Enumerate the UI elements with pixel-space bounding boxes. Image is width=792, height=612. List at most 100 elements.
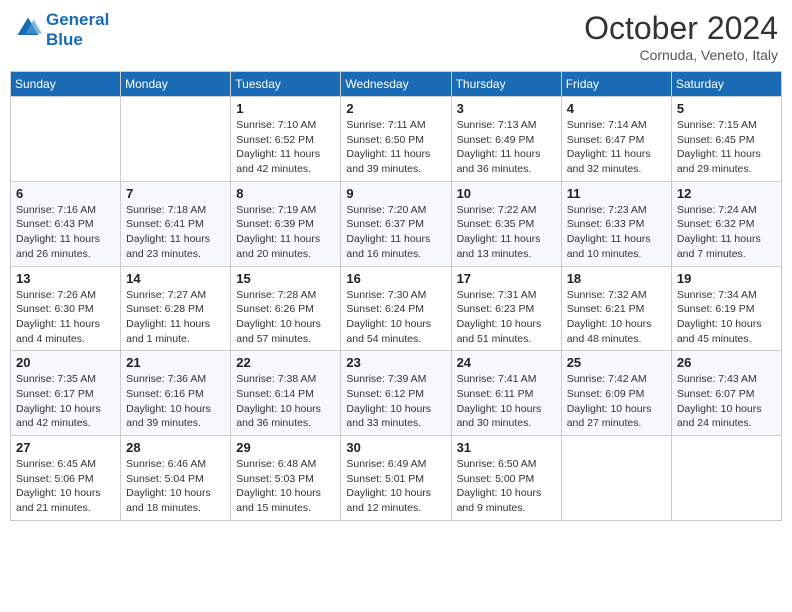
day-number: 19 [677, 271, 776, 286]
calendar-table: SundayMondayTuesdayWednesdayThursdayFrid… [10, 71, 782, 521]
weekday-header-thursday: Thursday [451, 72, 561, 97]
calendar-cell: 21Sunrise: 7:36 AM Sunset: 6:16 PM Dayli… [121, 351, 231, 436]
calendar-cell: 5 Sunrise: 7:15 AM Sunset: 6:45 PM Daylig… [671, 97, 781, 182]
calendar-cell: 6 Sunrise: 7:16 AM Sunset: 6:43 PM Daylig… [11, 181, 121, 266]
logo-text-line2: Blue [46, 30, 109, 50]
page-header: General Blue October 2024 Cornuda, Venet… [10, 10, 782, 63]
day-info: Sunrise: 6:50 AM Sunset: 5:00 PM Dayligh… [457, 457, 556, 516]
day-number: 30 [346, 440, 445, 455]
day-number: 15 [236, 271, 335, 286]
month-title: October 2024 [584, 10, 778, 47]
calendar-cell: 19 Sunrise: 7:34 AM Sunset: 6:19 PM Dayli… [671, 266, 781, 351]
day-info: Sunrise: 7:14 AM Sunset: 6:47 PM Dayligh… [567, 118, 666, 177]
day-number: 4 [567, 101, 666, 116]
calendar-week-3: 13 Sunrise: 7:26 AM Sunset: 6:30 PM Dayli… [11, 266, 782, 351]
day-info: Sunrise: 7:39 AM Sunset: 6:12 PM Dayligh… [346, 372, 445, 431]
day-info: Sunrise: 7:19 AM Sunset: 6:39 PM Dayligh… [236, 203, 335, 262]
day-info: Sunrise: 7:18 AM Sunset: 6:41 PM Dayligh… [126, 203, 225, 262]
calendar-cell: 24 Sunrise: 7:41 AM Sunset: 6:11 PM Dayli… [451, 351, 561, 436]
calendar-cell: 2Sunrise: 7:11 AM Sunset: 6:50 PM Daylig… [341, 97, 451, 182]
calendar-cell: 16 Sunrise: 7:30 AM Sunset: 6:24 PM Dayli… [341, 266, 451, 351]
day-number: 22 [236, 355, 335, 370]
day-number: 23 [346, 355, 445, 370]
day-info: Sunrise: 7:10 AM Sunset: 6:52 PM Dayligh… [236, 118, 335, 177]
calendar-cell [671, 436, 781, 521]
weekday-header-friday: Friday [561, 72, 671, 97]
day-info: Sunrise: 7:38 AM Sunset: 6:14 PM Dayligh… [236, 372, 335, 431]
day-number: 7 [126, 186, 225, 201]
day-info: Sunrise: 6:49 AM Sunset: 5:01 PM Dayligh… [346, 457, 445, 516]
calendar-week-1: 1 Sunrise: 7:10 AM Sunset: 6:52 PM Daylig… [11, 97, 782, 182]
calendar-cell: 17 Sunrise: 7:31 AM Sunset: 6:23 PM Dayli… [451, 266, 561, 351]
day-number: 16 [346, 271, 445, 286]
day-number: 31 [457, 440, 556, 455]
day-number: 9 [346, 186, 445, 201]
day-number: 24 [457, 355, 556, 370]
day-info: Sunrise: 7:22 AM Sunset: 6:35 PM Dayligh… [457, 203, 556, 262]
calendar-cell: 4 Sunrise: 7:14 AM Sunset: 6:47 PM Daylig… [561, 97, 671, 182]
day-number: 1 [236, 101, 335, 116]
calendar-cell: 27Sunrise: 6:45 AM Sunset: 5:06 PM Dayli… [11, 436, 121, 521]
day-info: Sunrise: 7:16 AM Sunset: 6:43 PM Dayligh… [16, 203, 115, 262]
title-block: October 2024 Cornuda, Veneto, Italy [584, 10, 778, 63]
day-number: 25 [567, 355, 666, 370]
calendar-cell: 20Sunrise: 7:35 AM Sunset: 6:17 PM Dayli… [11, 351, 121, 436]
calendar-header-row: SundayMondayTuesdayWednesdayThursdayFrid… [11, 72, 782, 97]
day-info: Sunrise: 7:41 AM Sunset: 6:11 PM Dayligh… [457, 372, 556, 431]
weekday-header-tuesday: Tuesday [231, 72, 341, 97]
weekday-header-wednesday: Wednesday [341, 72, 451, 97]
calendar-cell: 10 Sunrise: 7:22 AM Sunset: 6:35 PM Dayli… [451, 181, 561, 266]
calendar-week-4: 20Sunrise: 7:35 AM Sunset: 6:17 PM Dayli… [11, 351, 782, 436]
calendar-cell: 29Sunrise: 6:48 AM Sunset: 5:03 PM Dayli… [231, 436, 341, 521]
day-info: Sunrise: 7:27 AM Sunset: 6:28 PM Dayligh… [126, 288, 225, 347]
calendar-cell [121, 97, 231, 182]
calendar-cell: 14Sunrise: 7:27 AM Sunset: 6:28 PM Dayli… [121, 266, 231, 351]
calendar-cell [561, 436, 671, 521]
day-number: 3 [457, 101, 556, 116]
calendar-cell: 7 Sunrise: 7:18 AM Sunset: 6:41 PM Daylig… [121, 181, 231, 266]
calendar-cell: 30 Sunrise: 6:49 AM Sunset: 5:01 PM Dayli… [341, 436, 451, 521]
weekday-header-sunday: Sunday [11, 72, 121, 97]
calendar-cell: 25Sunrise: 7:42 AM Sunset: 6:09 PM Dayli… [561, 351, 671, 436]
day-info: Sunrise: 7:23 AM Sunset: 6:33 PM Dayligh… [567, 203, 666, 262]
calendar-cell: 3Sunrise: 7:13 AM Sunset: 6:49 PM Daylig… [451, 97, 561, 182]
day-info: Sunrise: 7:20 AM Sunset: 6:37 PM Dayligh… [346, 203, 445, 262]
calendar-cell: 18 Sunrise: 7:32 AM Sunset: 6:21 PM Dayli… [561, 266, 671, 351]
logo: General Blue [14, 10, 109, 49]
day-number: 18 [567, 271, 666, 286]
day-number: 5 [677, 101, 776, 116]
calendar-cell: 22 Sunrise: 7:38 AM Sunset: 6:14 PM Dayli… [231, 351, 341, 436]
calendar-cell: 13 Sunrise: 7:26 AM Sunset: 6:30 PM Dayli… [11, 266, 121, 351]
calendar-cell: 8 Sunrise: 7:19 AM Sunset: 6:39 PM Daylig… [231, 181, 341, 266]
calendar-cell: 26 Sunrise: 7:43 AM Sunset: 6:07 PM Dayli… [671, 351, 781, 436]
calendar-cell: 11 Sunrise: 7:23 AM Sunset: 6:33 PM Dayli… [561, 181, 671, 266]
day-number: 6 [16, 186, 115, 201]
day-info: Sunrise: 7:31 AM Sunset: 6:23 PM Dayligh… [457, 288, 556, 347]
day-info: Sunrise: 6:48 AM Sunset: 5:03 PM Dayligh… [236, 457, 335, 516]
day-number: 10 [457, 186, 556, 201]
day-info: Sunrise: 7:30 AM Sunset: 6:24 PM Dayligh… [346, 288, 445, 347]
day-info: Sunrise: 7:35 AM Sunset: 6:17 PM Dayligh… [16, 372, 115, 431]
day-info: Sunrise: 7:15 AM Sunset: 6:45 PM Dayligh… [677, 118, 776, 177]
day-number: 12 [677, 186, 776, 201]
day-info: Sunrise: 7:32 AM Sunset: 6:21 PM Dayligh… [567, 288, 666, 347]
logo-icon [14, 14, 42, 42]
day-info: Sunrise: 7:24 AM Sunset: 6:32 PM Dayligh… [677, 203, 776, 262]
day-number: 17 [457, 271, 556, 286]
logo-general: General [46, 10, 109, 29]
calendar-cell: 12 Sunrise: 7:24 AM Sunset: 6:32 PM Dayli… [671, 181, 781, 266]
day-info: Sunrise: 6:45 AM Sunset: 5:06 PM Dayligh… [16, 457, 115, 516]
calendar-week-2: 6 Sunrise: 7:16 AM Sunset: 6:43 PM Daylig… [11, 181, 782, 266]
day-number: 11 [567, 186, 666, 201]
day-number: 28 [126, 440, 225, 455]
day-number: 8 [236, 186, 335, 201]
calendar-cell: 9 Sunrise: 7:20 AM Sunset: 6:37 PM Daylig… [341, 181, 451, 266]
day-info: Sunrise: 7:43 AM Sunset: 6:07 PM Dayligh… [677, 372, 776, 431]
logo-text-line1: General [46, 10, 109, 30]
day-number: 26 [677, 355, 776, 370]
day-number: 13 [16, 271, 115, 286]
location-subtitle: Cornuda, Veneto, Italy [584, 47, 778, 63]
day-info: Sunrise: 7:34 AM Sunset: 6:19 PM Dayligh… [677, 288, 776, 347]
day-info: Sunrise: 7:26 AM Sunset: 6:30 PM Dayligh… [16, 288, 115, 347]
weekday-header-saturday: Saturday [671, 72, 781, 97]
